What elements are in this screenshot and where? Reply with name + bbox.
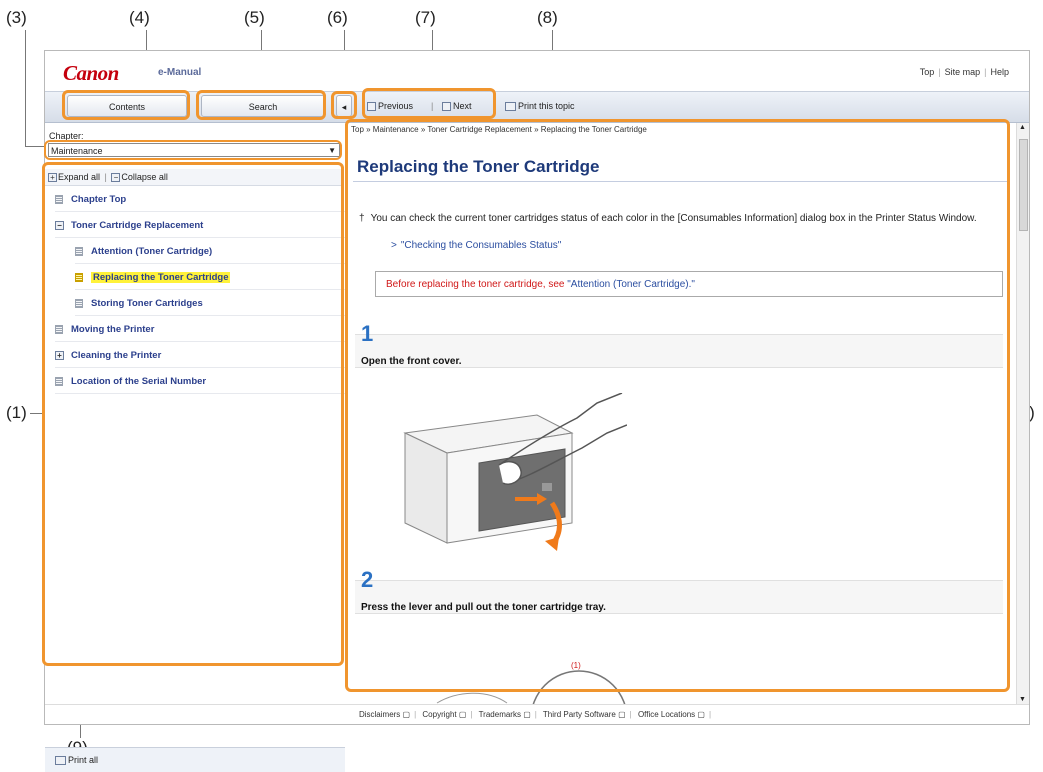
external-window-icon: ▢ xyxy=(615,710,626,719)
print-topic-label: Print this topic xyxy=(518,101,575,111)
top-link[interactable]: Top xyxy=(920,67,935,77)
scrollbar-thumb[interactable] xyxy=(1019,139,1028,231)
highlight-content-pane xyxy=(345,119,1010,692)
scroll-down-arrow[interactable]: ▼ xyxy=(1019,696,1026,703)
printer-icon xyxy=(505,102,516,112)
highlight-navigation-tree xyxy=(42,162,344,666)
help-link[interactable]: Help xyxy=(990,67,1009,77)
separator: | xyxy=(534,710,537,719)
leader-line-3 xyxy=(25,30,26,146)
office-locations-link[interactable]: Office Locations xyxy=(638,710,695,719)
copyright-link[interactable]: Copyright xyxy=(422,710,456,719)
separator: | xyxy=(708,710,712,719)
highlight-prev-next xyxy=(362,88,496,119)
printer-icon xyxy=(55,756,66,766)
callout-3: (3) xyxy=(6,8,27,27)
callout-5: (5) xyxy=(244,8,265,27)
site-map-link[interactable]: Site map xyxy=(945,67,981,77)
callout-7: (7) xyxy=(415,8,436,27)
separator: | xyxy=(414,710,417,719)
separator: | xyxy=(470,710,473,719)
trademarks-link[interactable]: Trademarks xyxy=(479,710,521,719)
third-party-software-link[interactable]: Third Party Software xyxy=(543,710,616,719)
callout-1: (1) xyxy=(6,403,27,422)
scroll-up-arrow[interactable]: ▲ xyxy=(1019,124,1026,131)
highlight-contents-tab xyxy=(62,90,190,120)
highlight-chapter-select xyxy=(44,140,342,160)
callout-8: (8) xyxy=(537,8,558,27)
separator: | xyxy=(629,710,632,719)
callout-6: (6) xyxy=(327,8,348,27)
content-scrollbar[interactable]: ▲ ▼ xyxy=(1016,123,1029,704)
print-topic-button[interactable]: Print this topic xyxy=(505,98,575,115)
separator: | xyxy=(984,67,987,77)
separator: | xyxy=(938,67,941,77)
external-window-icon: ▢ xyxy=(695,710,705,719)
print-all-label: Print all xyxy=(68,755,99,765)
product-name: e-Manual xyxy=(158,67,202,78)
print-all-button[interactable]: Print all xyxy=(45,747,345,772)
external-window-icon: ▢ xyxy=(456,710,467,719)
header: Canon e-Manual Top | Site map | Help xyxy=(45,51,1029,91)
disclaimers-link[interactable]: Disclaimers xyxy=(359,710,400,719)
external-window-icon: ▢ xyxy=(520,710,531,719)
canon-logo[interactable]: Canon xyxy=(63,61,119,86)
footer: Disclaimers ▢ | Copyright ▢ | Trademarks ▢… xyxy=(45,704,1029,725)
external-window-icon: ▢ xyxy=(400,710,411,719)
top-links: Top | Site map | Help xyxy=(920,67,1009,77)
callout-4: (4) xyxy=(129,8,150,27)
highlight-search-tab xyxy=(196,90,326,120)
highlight-collapse-button xyxy=(331,91,357,119)
